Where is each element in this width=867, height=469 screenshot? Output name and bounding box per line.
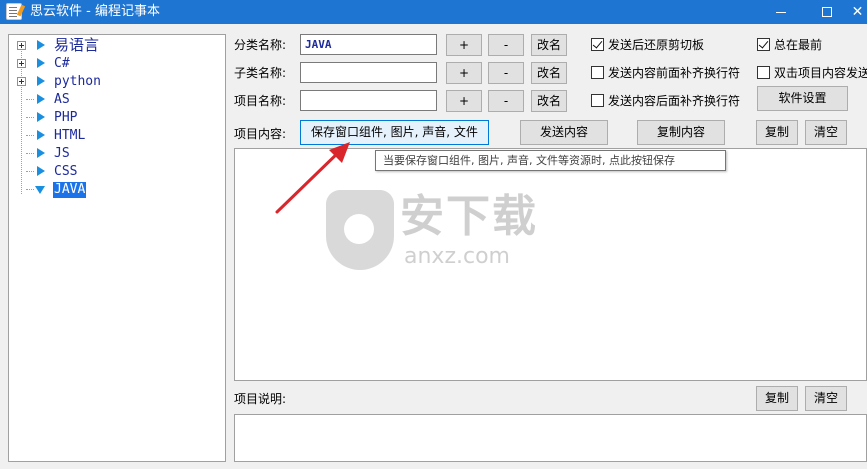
maximize-button[interactable] — [804, 0, 850, 24]
tree-item-csharp[interactable]: C# — [9, 55, 225, 73]
expand-plus-icon[interactable] — [17, 77, 26, 86]
tree-connector — [26, 135, 34, 136]
add-subcategory-button[interactable]: + — [446, 62, 482, 84]
play-arrow-icon — [37, 40, 45, 50]
description-label: 项目说明: — [234, 392, 287, 406]
tree-item-label[interactable]: python — [53, 74, 102, 90]
title-bar: 思云软件 - 编程记事本 ✕ — [0, 0, 867, 24]
minimize-button[interactable] — [758, 0, 804, 24]
tree-item-as[interactable]: AS — [9, 91, 225, 109]
checkbox-label: 发送内容前面补齐换行符 — [608, 66, 741, 80]
tree-item-css[interactable]: CSS — [9, 163, 225, 181]
checkbox-label: 发送内容后面补齐换行符 — [608, 94, 741, 108]
rename-subcategory-button[interactable]: 改名 — [531, 62, 567, 84]
play-arrow-icon — [37, 76, 45, 86]
checkbox-unchecked-icon[interactable] — [591, 94, 604, 107]
save-button-tooltip: 当要保存窗口组件, 图片, 声音, 文件等资源时, 点此按钮保存 — [375, 150, 726, 171]
checkbox-label: 发送后还原剪切板 — [608, 38, 705, 52]
description-clear-button[interactable]: 清空 — [805, 386, 847, 411]
checkbox-unchecked-icon[interactable] — [591, 66, 604, 79]
tree-item-label[interactable]: CSS — [53, 164, 78, 180]
tree-item-yiyuyan[interactable]: 易语言 — [9, 36, 225, 55]
tree-item-label[interactable]: HTML — [53, 128, 86, 144]
minimize-icon — [776, 11, 786, 13]
play-arrow-icon — [37, 112, 45, 122]
remove-item-button[interactable]: - — [488, 90, 524, 112]
tree-item-js[interactable]: JS — [9, 145, 225, 163]
checkbox-label: 总在最前 — [774, 38, 823, 52]
expand-plus-icon[interactable] — [17, 59, 26, 68]
play-arrow-icon — [37, 130, 45, 140]
play-arrow-icon — [37, 58, 45, 68]
item-name-label: 项目名称: — [234, 94, 287, 108]
item-name-field[interactable] — [300, 90, 437, 111]
tree-item-label[interactable]: C# — [53, 56, 71, 72]
notepad-app-icon — [6, 3, 22, 20]
tree-connector — [26, 99, 34, 100]
tree-item-label[interactable]: JS — [53, 146, 71, 162]
category-field[interactable]: JAVA — [300, 34, 437, 55]
tree-connector — [26, 117, 34, 118]
annotation-arrow-icon — [275, 142, 350, 214]
tree-connector — [26, 189, 34, 190]
checkbox-checked-icon[interactable] — [591, 38, 604, 51]
tree-item-label[interactable]: JAVA — [53, 182, 87, 198]
rename-item-button[interactable]: 改名 — [531, 90, 567, 112]
clear-button[interactable]: 清空 — [805, 120, 847, 145]
tree-item-java[interactable]: JAVA — [9, 181, 225, 199]
add-category-button[interactable]: + — [446, 34, 482, 56]
send-content-button[interactable]: 发送内容 — [520, 120, 608, 145]
remove-category-button[interactable]: - — [488, 34, 524, 56]
expanded-arrow-icon — [35, 186, 45, 194]
tree-item-label[interactable]: 易语言 — [53, 36, 100, 54]
remove-subcategory-button[interactable]: - — [488, 62, 524, 84]
watermark-cn: 安下载 — [400, 191, 538, 242]
rename-category-button[interactable]: 改名 — [531, 34, 567, 56]
always-on-top-checkbox[interactable]: 总在最前 — [757, 36, 857, 54]
close-button[interactable]: ✕ — [848, 0, 867, 24]
description-copy-button[interactable]: 复制 — [756, 386, 798, 411]
copy-button[interactable]: 复制 — [756, 120, 798, 145]
copy-content-button[interactable]: 复制内容 — [637, 120, 725, 145]
play-arrow-icon — [37, 148, 45, 158]
tree-item-label[interactable]: AS — [53, 92, 71, 108]
play-arrow-icon — [37, 94, 45, 104]
maximize-icon — [822, 7, 832, 17]
tree-item-html[interactable]: HTML — [9, 127, 225, 145]
prefix-newline-checkbox[interactable]: 发送内容前面补齐换行符 — [591, 64, 751, 82]
software-settings-button[interactable]: 软件设置 — [757, 86, 848, 111]
tree-item-php[interactable]: PHP — [9, 109, 225, 127]
expand-plus-icon[interactable] — [17, 41, 26, 50]
restore-clipboard-checkbox[interactable]: 发送后还原剪切板 — [591, 36, 751, 54]
category-tree[interactable]: 易语言 C# python AS PHP HTML JS CSS JAVA — [8, 34, 226, 462]
checkbox-checked-icon[interactable] — [757, 38, 770, 51]
double-click-send-checkbox[interactable]: 双击项目内容发送 — [757, 64, 867, 82]
tree-connector — [26, 171, 34, 172]
window-title: 思云软件 - 编程记事本 — [30, 4, 160, 19]
tree-item-python[interactable]: python — [9, 73, 225, 91]
description-textarea[interactable] — [234, 414, 867, 462]
tree-connector — [26, 153, 34, 154]
subcategory-field[interactable] — [300, 62, 437, 83]
checkbox-label: 双击项目内容发送 — [774, 66, 867, 80]
play-arrow-icon — [37, 166, 45, 176]
add-item-button[interactable]: + — [446, 90, 482, 112]
subcategory-label: 子类名称: — [234, 66, 287, 80]
tree-item-label[interactable]: PHP — [53, 110, 78, 126]
category-label: 分类名称: — [234, 38, 287, 52]
suffix-newline-checkbox[interactable]: 发送内容后面补齐换行符 — [591, 92, 751, 110]
watermark-en: anxz.com — [404, 244, 510, 269]
checkbox-unchecked-icon[interactable] — [757, 66, 770, 79]
